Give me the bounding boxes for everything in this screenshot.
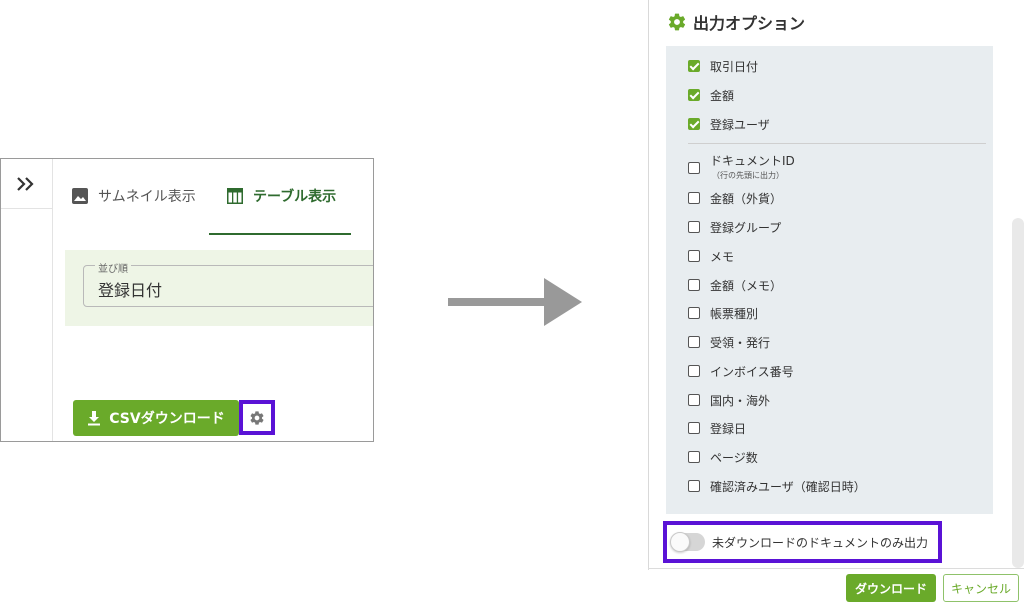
option-registration-date[interactable]: 登録日 <box>688 418 746 438</box>
cancel-button[interactable]: キャンセル <box>943 574 1019 602</box>
option-memo[interactable]: メモ <box>688 246 734 266</box>
option-label: 登録グループ <box>710 220 782 235</box>
option-label: 取引日付 <box>710 59 759 74</box>
active-tab-indicator <box>209 233 351 235</box>
checkbox-unchecked[interactable] <box>688 221 700 233</box>
checkbox-unchecked[interactable] <box>688 279 700 291</box>
option-transaction-date[interactable]: 取引日付 <box>688 56 758 76</box>
gear-icon <box>250 410 264 425</box>
transition-arrow <box>448 278 582 326</box>
checkbox-checked[interactable] <box>688 89 700 101</box>
tab-table-view[interactable]: テーブル表示 <box>226 181 336 211</box>
checkbox-unchecked[interactable] <box>688 250 700 262</box>
option-label: 確認済みユーザ（確認日時） <box>710 479 866 494</box>
option-label: 帳票種別 <box>710 306 759 321</box>
option-label: 国内・海外 <box>710 393 771 408</box>
option-amount-memo[interactable]: 金額（メモ） <box>688 275 782 295</box>
document-list-panel: サムネイル表示 テーブル表示 並び順 登録日付 CSVダウンロード <box>0 158 374 442</box>
output-options-title-text: 出力オプション <box>693 14 806 33</box>
option-label: 金額（メモ） <box>710 278 783 293</box>
csv-settings-button[interactable] <box>239 400 275 435</box>
double-chevron-right-icon <box>17 176 34 191</box>
table-icon <box>227 188 243 204</box>
checkbox-checked[interactable] <box>688 60 700 72</box>
download-icon <box>88 411 101 426</box>
undownloaded-only-label: 未ダウンロードのドキュメントのみ出力 <box>712 536 929 550</box>
download-button[interactable]: ダウンロード <box>846 574 936 602</box>
option-amount[interactable]: 金額 <box>688 85 734 105</box>
sort-order-value: 登録日付 <box>98 281 163 300</box>
csv-download-button[interactable]: CSVダウンロード <box>73 400 239 436</box>
tab-thumbnail-label: サムネイル表示 <box>98 189 196 205</box>
checkbox-checked[interactable] <box>688 118 700 130</box>
document-id-note: （行の先頭に出力） <box>712 171 784 180</box>
dialog-divider <box>648 0 649 570</box>
option-label: 金額 <box>710 88 735 103</box>
csv-download-label: CSVダウンロード <box>109 411 225 427</box>
option-label: ドキュメントID <box>710 153 795 168</box>
checkbox-unchecked[interactable] <box>688 192 700 204</box>
option-page-count[interactable]: ページ数 <box>688 447 758 467</box>
option-amount-foreign[interactable]: 金額（外貨） <box>688 188 782 208</box>
gear-icon <box>668 13 686 31</box>
checkbox-unchecked[interactable] <box>688 162 700 174</box>
checkbox-unchecked[interactable] <box>688 307 700 319</box>
dialog-footer-divider <box>648 568 1024 569</box>
options-separator <box>688 143 986 144</box>
toggle-knob[interactable] <box>670 532 690 552</box>
checkbox-unchecked[interactable] <box>688 365 700 377</box>
checkbox-unchecked[interactable] <box>688 394 700 406</box>
option-form-type[interactable]: 帳票種別 <box>688 303 758 323</box>
option-invoice-number[interactable]: インボイス番号 <box>688 361 794 381</box>
option-label: インボイス番号 <box>710 364 794 379</box>
option-label: ページ数 <box>710 450 758 465</box>
option-label: 登録日 <box>710 421 747 436</box>
option-registered-user[interactable]: 登録ユーザ <box>688 114 770 134</box>
option-confirmed-user[interactable]: 確認済みユーザ（確認日時） <box>688 476 866 496</box>
output-options-title: 出力オプション <box>667 10 805 34</box>
checkbox-unchecked[interactable] <box>688 336 700 348</box>
image-icon <box>72 188 88 204</box>
checkbox-unchecked[interactable] <box>688 480 700 492</box>
checkbox-unchecked[interactable] <box>688 422 700 434</box>
option-label: メモ <box>710 249 735 264</box>
option-registered-group[interactable]: 登録グループ <box>688 217 781 237</box>
option-label: 受領・発行 <box>710 335 771 350</box>
expand-sidebar-button[interactable] <box>1 159 53 209</box>
tab-table-label: テーブル表示 <box>253 189 337 205</box>
checkbox-unchecked[interactable] <box>688 451 700 463</box>
option-label: 金額（外貨） <box>710 191 783 206</box>
option-domestic-overseas[interactable]: 国内・海外 <box>688 390 770 410</box>
sort-order-label: 並び順 <box>95 260 131 275</box>
option-document-id[interactable]: ドキュメントID <box>688 150 795 174</box>
side-rail <box>1 159 53 441</box>
option-label: 登録ユーザ <box>710 117 770 132</box>
tab-thumbnail-view[interactable]: サムネイル表示 <box>71 181 196 211</box>
scrollbar[interactable] <box>1012 218 1024 568</box>
option-received-issued[interactable]: 受領・発行 <box>688 332 770 352</box>
